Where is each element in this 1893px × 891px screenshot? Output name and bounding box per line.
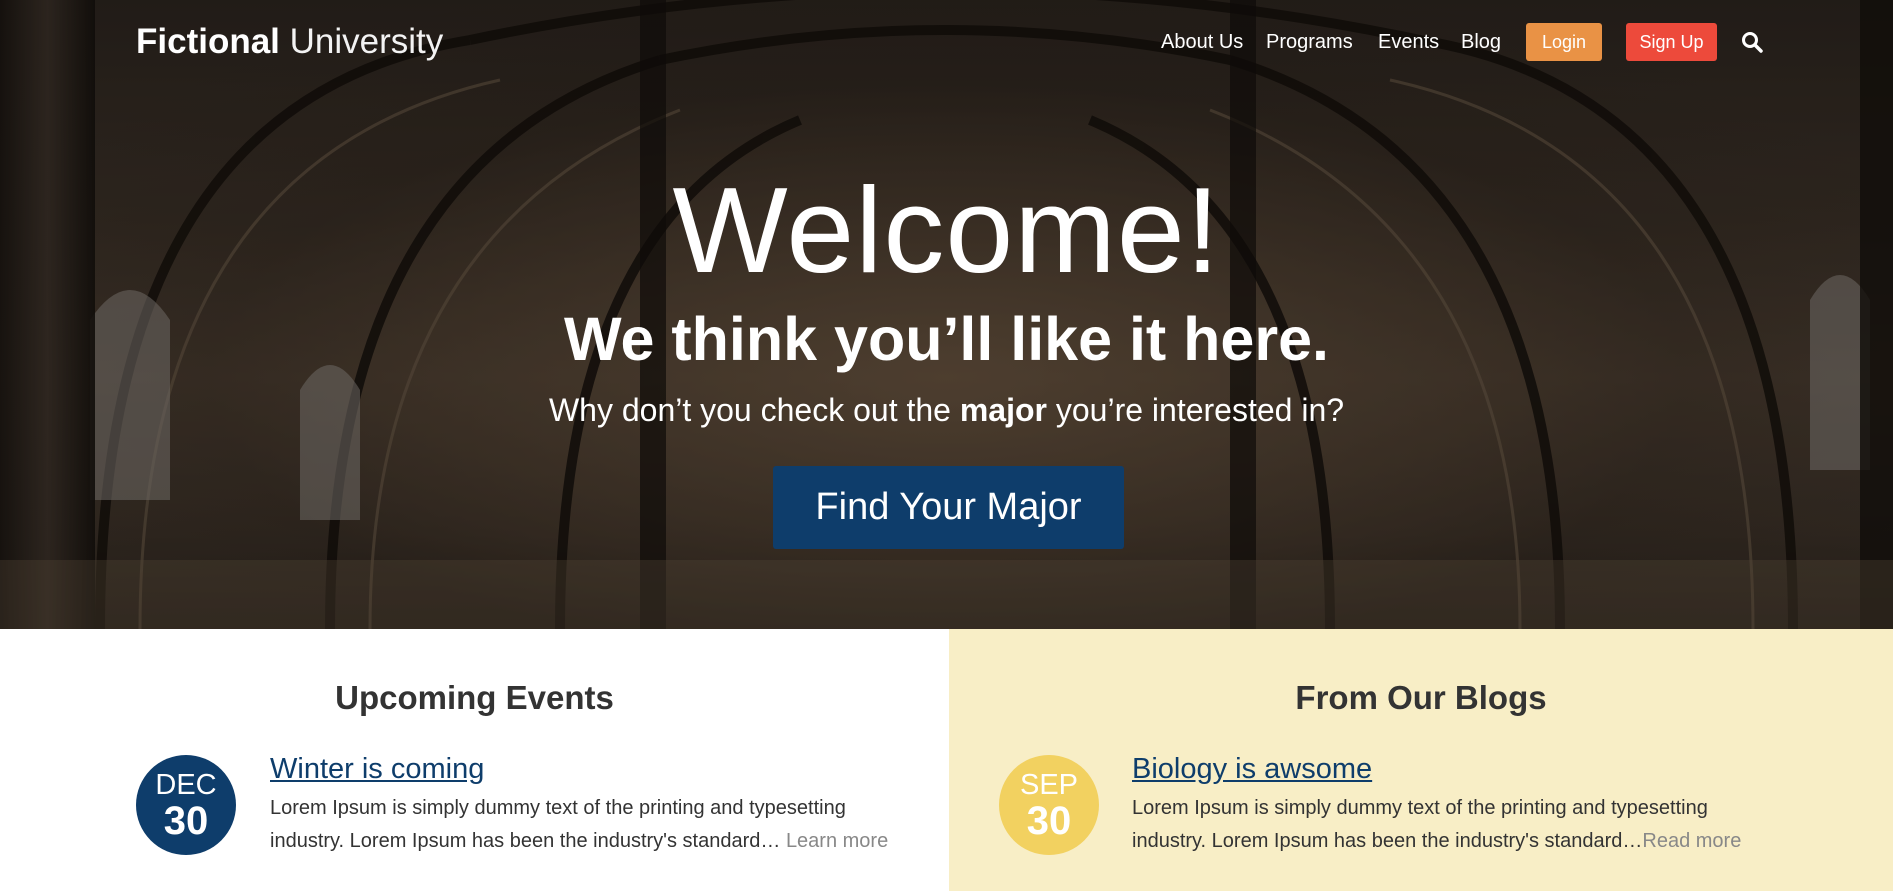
blog-read-more-link[interactable]: Read more (1642, 830, 1741, 852)
signup-button[interactable]: Sign Up (1626, 23, 1717, 61)
hero-subline: Why don’t you check out the major you’re… (0, 390, 1893, 430)
event-day: 30 (163, 799, 209, 843)
blogs-section: From Our Blogs SEP 30 Biology is awsome … (949, 629, 1893, 891)
blog-date-badge: SEP 30 (999, 755, 1099, 855)
search-icon[interactable] (1741, 31, 1763, 55)
blog-summary-text: Lorem Ipsum is simply dummy text of the … (1132, 797, 1708, 852)
hero-banner: Fictional University About Us Programs E… (0, 0, 1893, 629)
event-title-link[interactable]: Winter is coming (270, 753, 484, 786)
event-learn-more-link[interactable]: Learn more (786, 830, 888, 852)
blog-day: 30 (1026, 799, 1072, 843)
event-date-badge: DEC 30 (136, 755, 236, 855)
login-button[interactable]: Login (1526, 23, 1602, 61)
blog-summary: Lorem Ipsum is simply dummy text of the … (1132, 792, 1772, 858)
nav-blog[interactable]: Blog (1461, 29, 1501, 55)
hero-tagline: We think you’ll like it here. (564, 305, 1329, 373)
nav-events[interactable]: Events (1378, 29, 1439, 55)
welcome-heading: Welcome! (672, 162, 1221, 298)
event-summary-text: Lorem Ipsum is simply dummy text of the … (270, 797, 846, 852)
site-header: Fictional University About Us Programs E… (0, 0, 1893, 84)
subline-bold-word: major (959, 392, 1047, 428)
nav-programs[interactable]: Programs (1266, 29, 1353, 55)
blog-month: SEP (1019, 769, 1079, 801)
main-nav: About Us Programs Events Blog (0, 29, 1893, 63)
events-section-title: Upcoming Events (335, 679, 614, 716)
blog-title-link[interactable]: Biology is awsome (1132, 753, 1372, 786)
subline-text-before: Why don’t you check out the (548, 392, 960, 428)
event-summary: Lorem Ipsum is simply dummy text of the … (270, 792, 910, 858)
find-your-major-button[interactable]: Find Your Major (773, 466, 1124, 549)
nav-about-us[interactable]: About Us (1161, 29, 1243, 55)
event-month: DEC (155, 769, 217, 801)
subline-text-after: you’re interested in? (1046, 392, 1345, 428)
upcoming-events-section: Upcoming Events DEC 30 Winter is coming … (0, 629, 949, 891)
blogs-section-title: From Our Blogs (1295, 679, 1547, 716)
